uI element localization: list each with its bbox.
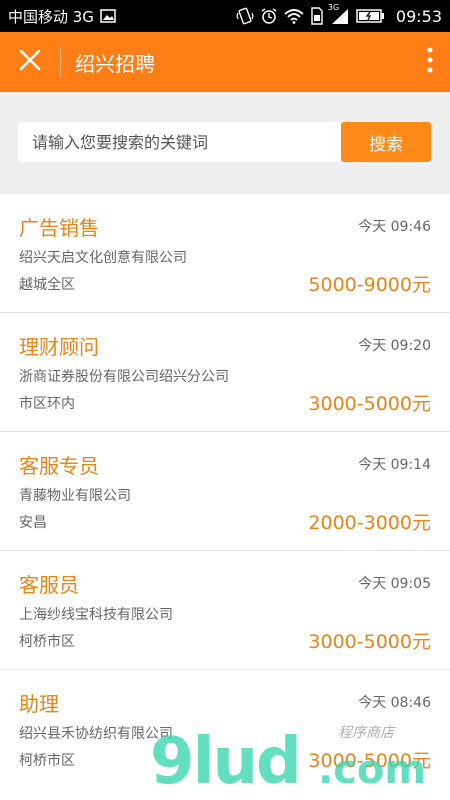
wifi-icon (284, 8, 304, 24)
job-company: 上海纱线宝科技有限公司 (19, 607, 173, 623)
job-salary: 3000-5000元 (308, 750, 431, 772)
network-type-label: 3G (327, 3, 340, 12)
job-list-item[interactable]: 理财顾问 今天 09:20 浙商证券股份有限公司绍兴分公司 市区环内 3000-… (0, 313, 450, 432)
job-title: 客服员 (19, 573, 79, 597)
job-location: 市区环内 (19, 396, 75, 412)
job-list-item[interactable]: 客服专员 今天 09:14 青藤物业有限公司 安昌 2000-3000元 (0, 432, 450, 551)
page-title: 绍兴招聘 (75, 51, 155, 76)
job-salary: 3000-5000元 (308, 393, 431, 415)
search-button[interactable]: 搜索 (341, 122, 431, 162)
job-location: 柯桥市区 (19, 634, 75, 650)
status-left: 中国移动 3G (8, 6, 116, 27)
job-salary: 2000-3000元 (308, 512, 431, 534)
job-company: 绍兴县禾协纺织有限公司 (19, 726, 173, 742)
close-button[interactable] (0, 32, 60, 92)
job-list-item[interactable]: 客服员 今天 09:05 上海纱线宝科技有限公司 柯桥市区 3000-5000元 (0, 551, 450, 670)
job-time: 今天 09:14 (358, 457, 431, 473)
job-time: 今天 08:46 (358, 695, 431, 711)
more-button[interactable] (410, 32, 450, 92)
more-vertical-icon (427, 47, 433, 77)
top-bar: 绍兴招聘 (0, 32, 450, 92)
job-company: 青藤物业有限公司 (19, 488, 131, 504)
status-right: 3G 09:53 (236, 3, 442, 26)
job-time: 今天 09:05 (358, 576, 431, 592)
job-company: 绍兴天启文化创意有限公司 (19, 250, 187, 266)
title-divider (60, 47, 61, 77)
image-icon (100, 9, 116, 23)
job-time: 今天 09:20 (358, 338, 431, 354)
status-time: 09:53 (395, 6, 442, 26)
sim-card-icon (310, 7, 324, 25)
job-time: 今天 09:46 (358, 219, 431, 235)
job-title: 广告销售 (19, 216, 99, 240)
job-title: 客服专员 (19, 454, 99, 478)
alarm-icon (260, 7, 278, 25)
carrier-label: 中国移动 3G (8, 7, 94, 26)
job-title: 助理 (19, 692, 59, 716)
search-input[interactable] (18, 122, 341, 162)
job-salary: 5000-9000元 (308, 274, 431, 296)
search-area: 搜索 (0, 92, 450, 194)
close-icon (19, 49, 41, 75)
job-list-item[interactable]: 广告销售 今天 09:46 绍兴天启文化创意有限公司 越城全区 5000-900… (0, 194, 450, 313)
job-salary: 3000-5000元 (308, 631, 431, 653)
signal-icon: 3G (328, 3, 350, 25)
job-list: 广告销售 今天 09:46 绍兴天启文化创意有限公司 越城全区 5000-900… (0, 194, 450, 789)
job-company: 浙商证券股份有限公司绍兴分公司 (19, 369, 229, 385)
job-title: 理财顾问 (19, 335, 99, 359)
battery-icon (356, 8, 386, 24)
job-location: 柯桥市区 (19, 753, 75, 769)
job-list-item[interactable]: 助理 今天 08:46 绍兴县禾协纺织有限公司 柯桥市区 3000-5000元 (0, 670, 450, 789)
status-bar: 中国移动 3G 3G 09:53 (0, 0, 450, 32)
vibrate-icon (236, 7, 254, 25)
job-location: 安昌 (19, 515, 47, 531)
job-location: 越城全区 (19, 277, 75, 293)
